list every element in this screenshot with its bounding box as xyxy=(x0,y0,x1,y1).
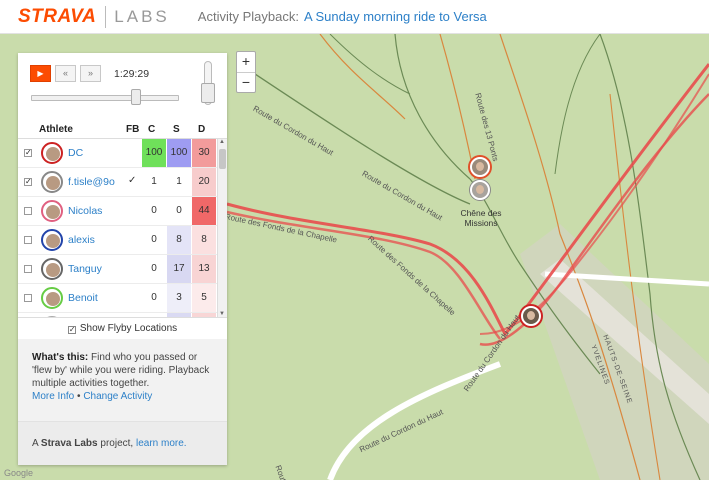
footer-middle: project, xyxy=(100,438,134,449)
c-value: 0 xyxy=(151,234,157,245)
fb-column-header[interactable]: FB xyxy=(126,124,139,135)
avatar xyxy=(41,258,63,280)
c-value: 0 xyxy=(151,263,157,274)
playback-slider-handle[interactable] xyxy=(131,89,142,105)
athlete-row[interactable]: alexis 0 8 8 xyxy=(18,226,217,255)
d-value: 30 xyxy=(192,139,216,167)
info-heading: What's this: xyxy=(32,352,89,363)
zoom-out-button[interactable]: − xyxy=(237,72,255,92)
avatar xyxy=(41,171,63,193)
rewind-icon: « xyxy=(62,68,68,78)
d-value: 5 xyxy=(192,284,216,312)
athlete-name-link[interactable]: f.tisle@9o xyxy=(68,176,115,188)
avatar xyxy=(41,142,63,164)
s-value: 1 xyxy=(176,176,182,187)
athlete-row[interactable]: ✓ f.tisle@9o ✓ 1 1 20 xyxy=(18,168,217,197)
table-scrollbar[interactable]: ▲ ▼ xyxy=(217,139,227,317)
logo-divider xyxy=(105,5,107,28)
athlete-name-link[interactable]: Tanguy xyxy=(68,263,102,275)
athlete-row[interactable]: Nicolas 0 0 44 xyxy=(18,197,217,226)
scrollbar-thumb[interactable] xyxy=(219,149,226,169)
flyby-label: Show Flyby Locations xyxy=(79,323,178,334)
athlete-marker[interactable] xyxy=(470,180,490,200)
athlete-name-link[interactable]: alexis xyxy=(68,234,95,246)
playback-slider[interactable] xyxy=(31,95,179,101)
c-value: 1 xyxy=(151,176,157,187)
avatar xyxy=(41,229,63,251)
change-activity-link[interactable]: Change Activity xyxy=(83,391,152,402)
avatar xyxy=(41,287,63,309)
playback-time: 1:29:29 xyxy=(114,68,150,80)
athlete-checkbox[interactable] xyxy=(24,207,32,215)
map-attribution: Google xyxy=(4,468,34,478)
flyby-toggle[interactable]: ✓ Show Flyby Locations xyxy=(18,317,227,339)
more-info-link[interactable]: More Info xyxy=(32,391,74,402)
c-value: 100 xyxy=(142,139,166,167)
athlete-checkbox[interactable] xyxy=(24,265,32,273)
link-separator: • xyxy=(77,391,81,402)
footer-prefix: A xyxy=(32,438,39,449)
athlete-row[interactable]: Tanguy 0 17 13 xyxy=(18,255,217,284)
athlete-checkbox[interactable] xyxy=(24,236,32,244)
athletes-table-header: Athlete FB C S D xyxy=(18,117,227,139)
athlete-checkbox[interactable]: ✓ xyxy=(24,149,32,157)
athlete-name-link[interactable]: Benoit xyxy=(68,292,98,304)
d-value: 44 xyxy=(192,197,216,225)
fast-forward-button[interactable]: » xyxy=(80,65,101,82)
speed-slider-handle[interactable] xyxy=(201,83,215,103)
footer-brand: Strava Labs xyxy=(40,438,98,449)
s-value: 0 xyxy=(176,205,182,216)
flyby-checkbox[interactable]: ✓ xyxy=(67,326,76,334)
d-value: 20 xyxy=(192,168,216,196)
panel-footer: A Strava Labs project, learn more. xyxy=(18,421,227,465)
d-value: 13 xyxy=(192,255,216,283)
c-value: 0 xyxy=(151,205,157,216)
rewind-button[interactable]: « xyxy=(55,65,76,82)
playback-controls: ▶ « » 1:29:29 xyxy=(18,53,227,117)
avatar xyxy=(41,200,63,222)
c-column-header[interactable]: C xyxy=(148,124,155,135)
athletes-table: ✓ DC 100 100 30 ✓ f.tisle@9o ✓ 1 1 20 Nicolas 0 0 44 al… xyxy=(18,139,217,317)
athlete-row[interactable]: ✓ DC 100 100 30 xyxy=(18,139,217,168)
fast-forward-icon: » xyxy=(87,68,93,78)
zoom-in-button[interactable]: + xyxy=(237,52,255,72)
d-value: 8 xyxy=(192,226,216,254)
learn-more-link[interactable]: learn more. xyxy=(136,438,187,449)
athlete-name-link[interactable]: DC xyxy=(68,147,83,159)
athlete-marker[interactable] xyxy=(470,157,490,177)
current-position-marker[interactable] xyxy=(521,306,541,326)
scroll-up-icon[interactable]: ▲ xyxy=(219,139,225,145)
s-value: 3 xyxy=(167,284,191,312)
poi-label: Chêne des Missions xyxy=(460,208,502,228)
athlete-checkbox[interactable]: ✓ xyxy=(24,178,32,186)
info-box: What's this: Find who you passed or 'fle… xyxy=(18,339,227,421)
athlete-row[interactable]: Benoit 0 3 5 xyxy=(18,284,217,313)
athlete-column-header[interactable]: Athlete xyxy=(39,124,73,135)
strava-logo[interactable]: STRAVA xyxy=(18,6,96,28)
s-value: 17 xyxy=(167,255,191,283)
s-column-header[interactable]: S xyxy=(173,124,180,135)
athlete-checkbox[interactable] xyxy=(24,294,32,302)
flyby-check-icon: ✓ xyxy=(128,175,137,186)
app-header: STRAVA LABS Activity Playback: A Sunday … xyxy=(0,0,709,34)
zoom-control: + − xyxy=(236,51,256,93)
s-value: 100 xyxy=(167,139,191,167)
d-column-header[interactable]: D xyxy=(198,124,205,135)
play-icon: ▶ xyxy=(37,69,44,78)
labs-logo: LABS xyxy=(114,6,170,26)
play-button[interactable]: ▶ xyxy=(30,65,51,82)
page-title: Activity Playback: xyxy=(197,9,299,24)
athlete-name-link[interactable]: Nicolas xyxy=(68,205,102,217)
playback-panel: ▶ « » 1:29:29 Athlete FB C S D ✓ DC 100 100… xyxy=(18,53,227,465)
activity-link[interactable]: A Sunday morning ride to Versa xyxy=(304,9,487,24)
s-value: 8 xyxy=(167,226,191,254)
c-value: 0 xyxy=(151,292,157,303)
